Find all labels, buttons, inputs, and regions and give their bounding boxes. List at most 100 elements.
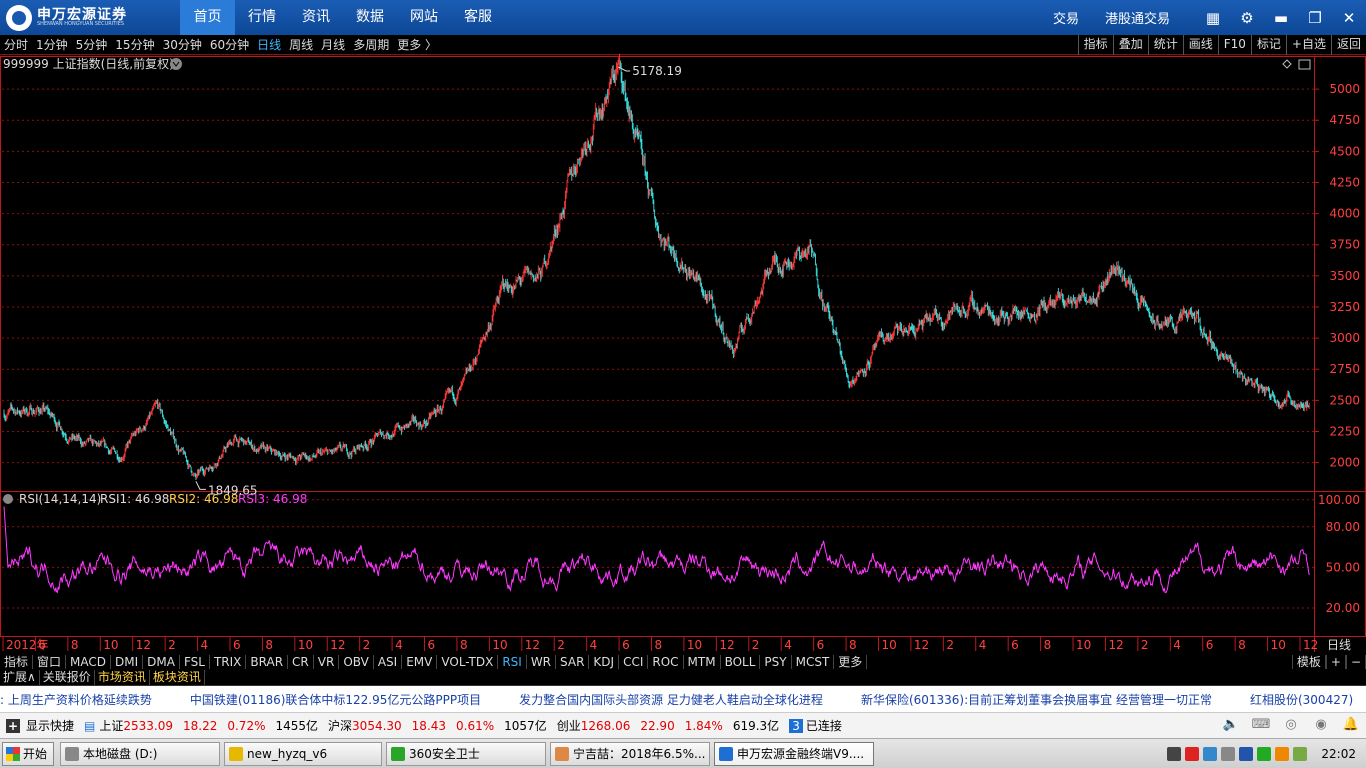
extension-tabs: 扩展∧ 关联报价 市场资讯 板块资讯 [0,669,1366,686]
speaker-icon[interactable]: 🔈 [1220,717,1242,735]
period-tab-5[interactable]: 60分钟 [210,36,249,53]
indicator-tab-17[interactable]: KDJ [589,655,620,669]
indicator-tab-14[interactable]: RSI [498,655,527,669]
brand-name: 申万宏源证券 [37,7,127,23]
period-tab-9[interactable]: 多周期 [353,36,389,53]
indicator-tab-19[interactable]: ROC [648,655,684,669]
period-tab-0[interactable]: 分时 [4,36,28,53]
indicator-tab-10[interactable]: OBV [339,655,374,669]
connection-label[interactable]: 已连接 [806,717,842,734]
tool-button-5[interactable]: 标记 [1250,35,1286,55]
title-dropdown-icon[interactable] [170,58,182,70]
indicator-tab-13[interactable]: VOL-TDX [437,655,499,669]
period-tab-2[interactable]: 5分钟 [76,36,108,53]
nav-tab-2[interactable]: 资讯 [289,0,343,35]
tool-button-4[interactable]: F10 [1217,35,1251,55]
indicator-tab-11[interactable]: ASI [374,655,403,669]
ext-tab-3[interactable]: 板块资讯 [150,669,205,685]
update-tray-icon[interactable] [1275,746,1290,761]
taskbar-window-3[interactable]: 宁吉喆：2018年6.5%... [550,741,710,766]
indicator-tab-23[interactable]: MCST [792,655,835,669]
network-icon[interactable] [1203,746,1218,761]
indicator-tab-7[interactable]: BRAR [246,655,289,669]
period-tab-7[interactable]: 周线 [289,36,313,53]
indicator-tab-21[interactable]: BOLL [721,655,761,669]
news-item[interactable]: 发力整合国内国际头部资源 足力健老人鞋启动全球化进程 [519,691,823,708]
tool-button-7[interactable]: 返回 [1330,35,1366,55]
period-tab-1[interactable]: 1分钟 [36,36,68,53]
plus-icon[interactable]: + [6,718,20,733]
indicator-right-button-2[interactable]: − [1345,655,1366,669]
indicator-tab-6[interactable]: TRIX [210,655,247,669]
indicator-tab-2[interactable]: MACD [66,655,112,669]
panel-toggle-icon[interactable] [1298,59,1311,70]
nav-tab-4[interactable]: 网站 [397,0,451,35]
bell-icon[interactable]: 🔔 [1340,717,1362,735]
period-tab-3[interactable]: 15分钟 [115,36,154,53]
notice-icon[interactable]: ◉ [1310,717,1332,735]
keyboard-tray-icon[interactable] [1167,746,1182,761]
close-icon[interactable]: ✕ [1339,8,1359,28]
app-tray-icon[interactable] [1293,746,1308,761]
nav-tab-0[interactable]: 首页 [180,0,235,35]
show-quick-label[interactable]: 显示快捷 [26,717,74,734]
grid-icon[interactable]: ▦ [1203,8,1223,28]
indicator-tab-15[interactable]: WR [527,655,557,669]
start-button[interactable]: 开始 [2,741,54,766]
indicator-right-button-0[interactable]: 模板 [1291,655,1326,669]
nav-tab-5[interactable]: 客服 [451,0,505,35]
indicator-tab-9[interactable]: VR [314,655,340,669]
x-tick-label: 12 [914,638,929,652]
indicator-tab-24[interactable]: 更多 [834,655,868,669]
indicator-tab-8[interactable]: CR [288,655,314,669]
tool-button-3[interactable]: 画线 [1182,35,1218,55]
indicator-tab-16[interactable]: SAR [556,655,590,669]
period-tab-10[interactable]: 更多 〉 [397,36,437,53]
news-item[interactable]: : 上周生产资料价格延续跌势 [0,691,152,708]
hk-connect-trade-link[interactable]: 港股通交易 [1105,8,1170,27]
indicator-tab-5[interactable]: FSL [180,655,210,669]
news-item[interactable]: 红相股份(300427) [1250,691,1353,708]
indicator-tab-1[interactable]: 窗口 [33,655,67,669]
tool-button-6[interactable]: +自选 [1285,35,1331,55]
x-tick-label: 8 [265,638,273,652]
taskbar-window-4[interactable]: 申万宏源金融终端V9.... [714,741,874,766]
ext-tab-1[interactable]: 关联报价 [40,669,95,685]
rsi-dropdown-icon[interactable] [3,494,13,504]
x-tick-label: 12 [136,638,151,652]
indicator-tab-0[interactable]: 指标 [0,655,34,669]
gear-icon[interactable]: ⚙ [1237,8,1257,28]
indicator-tab-4[interactable]: DMA [143,655,180,669]
indicator-tab-22[interactable]: PSY [760,655,792,669]
taskbar-window-1[interactable]: new_hyzq_v6 [224,741,382,766]
security-tray-icon[interactable] [1257,746,1272,761]
news-item[interactable]: 新华保险(601336):目前正筹划董事会换届事宜 经营管理一切正常 [861,691,1212,708]
bluetooth-icon[interactable] [1239,746,1254,761]
taskbar-window-2[interactable]: 360安全卫士 [386,741,546,766]
volume-tray-icon[interactable] [1221,746,1236,761]
input-method-icon[interactable] [1185,746,1200,761]
indicator-tab-12[interactable]: EMV [402,655,438,669]
ext-tab-0[interactable]: 扩展∧ [0,669,40,685]
trade-link[interactable]: 交易 [1053,8,1079,27]
keyboard-icon[interactable]: ⌨ [1250,717,1272,735]
diamond-icon[interactable] [1282,59,1292,69]
tool-button-2[interactable]: 统计 [1147,35,1183,55]
nav-tab-1[interactable]: 行情 [235,0,289,35]
tool-button-0[interactable]: 指标 [1077,35,1113,55]
indicator-tab-18[interactable]: CCI [619,655,649,669]
news-item[interactable]: 中国铁建(01186)联合体中标122.95亿元公路PPP项目 [190,691,481,708]
minimize-icon[interactable]: ▬ [1271,8,1291,28]
period-tab-8[interactable]: 月线 [321,36,345,53]
indicator-tab-20[interactable]: MTM [684,655,721,669]
restore-icon[interactable]: ❐ [1305,8,1325,28]
ext-tab-2[interactable]: 市场资讯 [95,669,150,685]
taskbar-window-0[interactable]: 本地磁盘 (D:) [60,741,220,766]
nav-tab-3[interactable]: 数据 [343,0,397,35]
indicator-tab-3[interactable]: DMI [111,655,144,669]
tool-button-1[interactable]: 叠加 [1112,35,1148,55]
indicator-right-button-1[interactable]: + [1325,655,1346,669]
period-tab-4[interactable]: 30分钟 [163,36,202,53]
chat-icon[interactable]: ◎ [1280,717,1302,735]
period-tab-6[interactable]: 日线 [257,36,281,53]
